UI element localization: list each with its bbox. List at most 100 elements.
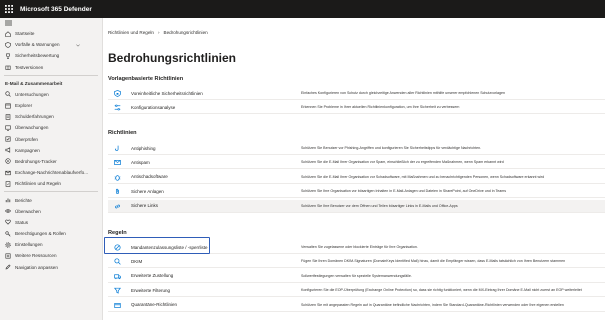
nav-item[interactable]: Überwachungen xyxy=(0,122,102,133)
policy-row[interactable]: DKIM Fügen Sie Ihren Domänen DKIM-Signatu… xyxy=(108,255,605,269)
policy-row[interactable]: Erweiterte Zustellung Sollwertfestlegunge… xyxy=(108,270,605,283)
nav-item-label: Schulderfahrungen xyxy=(15,114,54,120)
policy-icon xyxy=(5,181,11,187)
nav-item[interactable]: Sicherheitsbewertung xyxy=(0,50,102,61)
app-title[interactable]: Microsoft 365 Defender xyxy=(20,6,92,13)
focus-highlight-box xyxy=(104,237,210,254)
nav-item-label: Überwachen xyxy=(15,208,41,214)
nav-item[interactable]: Schulderfahrungen xyxy=(0,111,102,122)
nav-item[interactable]: Untersuchungen xyxy=(0,89,102,100)
policy-name[interactable]: DKIM xyxy=(131,259,142,264)
top-bar: Microsoft 365 Defender xyxy=(0,0,605,18)
policy-description: Schützen Sie Ihre Benutzer vor dem Öffne… xyxy=(301,203,458,208)
nav-item[interactable]: Navigation anpassen xyxy=(0,262,102,273)
nav-item-label: Status xyxy=(15,219,29,225)
policy-description: Einfaches Konfigurieren von Schutz durch… xyxy=(301,91,505,95)
nav-item[interactable]: Status xyxy=(0,217,102,228)
nav-item-label: Testversionen xyxy=(15,64,44,70)
policy-name[interactable]: Sichere Links xyxy=(131,203,158,208)
policy-name[interactable]: Antiphishing xyxy=(131,146,156,151)
policy-description: Schützen Sie Ihre Organisation vor bösar… xyxy=(301,189,507,194)
hamburger-menu-icon[interactable] xyxy=(0,18,102,28)
nav-item[interactable]: Weitere Ressourcen xyxy=(0,250,102,261)
policy-row[interactable]: Sichere Anlagen Schützen Sie Ihre Organis… xyxy=(108,185,605,199)
nav-item-label: Explorer xyxy=(15,103,33,109)
campaign-icon xyxy=(5,147,11,153)
main-content: Richtlinien und Regeln › Bedrohungsricht… xyxy=(104,18,605,320)
policy-description: Konfigurieren Sie die EOP-Überprüfung (E… xyxy=(301,288,582,293)
policy-row[interactable]: Voreinheitliche Sicherheitsrichtlinien Ei… xyxy=(108,87,605,100)
key-icon xyxy=(5,230,11,237)
policy-name[interactable]: Antispam xyxy=(131,160,150,165)
reports-icon xyxy=(5,197,11,203)
sliders-icon xyxy=(114,104,121,111)
fishhook-icon xyxy=(114,145,121,152)
bug-icon xyxy=(114,174,121,181)
nav-item-label: Überwachungen xyxy=(15,125,49,131)
nav-item[interactable]: Richtlinien und Regeln xyxy=(0,178,102,189)
nav-item[interactable]: Testversionen xyxy=(0,62,102,73)
mail-flow-icon xyxy=(5,170,11,176)
policy-name[interactable]: Konfigurationsanalyse xyxy=(131,105,175,110)
nav-item[interactable]: Überwachen xyxy=(0,206,102,217)
section-title: Richtlinien xyxy=(108,130,137,136)
home-icon xyxy=(5,30,11,37)
nav-item[interactable]: Kampagnen xyxy=(0,145,102,156)
policy-row[interactable]: Erweiterte Filterung Konfigurieren Sie di… xyxy=(108,284,605,298)
breadcrumb-chevron-icon: › xyxy=(157,30,160,35)
quarantine-icon xyxy=(114,302,121,309)
monitor-icon xyxy=(5,125,11,131)
nav-item-label: Navigation anpassen xyxy=(15,264,58,270)
nav-item[interactable]: Berichte xyxy=(0,194,102,205)
policy-name[interactable]: Erweiterte Zustellung xyxy=(131,273,173,278)
policy-name[interactable]: Voreinheitliche Sicherheitsrichtlinien xyxy=(131,91,203,96)
pencil-icon xyxy=(5,264,11,270)
nav-item[interactable]: Berechtigungen & Rollen xyxy=(0,228,102,239)
shield-lock-icon xyxy=(114,90,121,97)
nav-item[interactable]: Überprüfen xyxy=(0,134,102,145)
nav-divider xyxy=(4,191,98,193)
policy-row[interactable]: Konfigurationsanalyse Erkennen Sie Proble… xyxy=(108,101,605,115)
policy-description: Verwalten Sie zugelassene oder blockiert… xyxy=(301,245,418,249)
nav-item[interactable]: Einstellungen xyxy=(0,239,102,250)
policy-description: Fügen Sie Ihren Domänen DKIM-Signaturen … xyxy=(301,259,566,264)
policy-row[interactable]: Antischadsoftware Schützen Sie die E-Mail… xyxy=(108,171,605,184)
app-launcher-icon[interactable] xyxy=(0,0,18,18)
nav-item[interactable]: Exchange-Nachrichtenablaufverfo... xyxy=(0,167,102,178)
policy-name[interactable]: Quarantäne-Richtlinien xyxy=(131,302,177,307)
policy-name[interactable]: Sichere Anlagen xyxy=(131,189,164,194)
nav-divider xyxy=(4,74,98,76)
breadcrumb-root[interactable]: Richtlinien und Regeln xyxy=(108,30,154,35)
policy-row[interactable]: Sichere Links Schützen Sie Ihre Benutzer … xyxy=(108,199,605,213)
policy-row[interactable]: Antiphishing Schützen Sie Benutzer vor Ph… xyxy=(108,142,605,155)
alert-shield-icon xyxy=(5,41,11,48)
explorer-icon xyxy=(5,103,11,109)
policy-description: Schützen Sie die E-Mail Ihrer Organisati… xyxy=(301,160,504,165)
nav-item-label: Startseite xyxy=(15,31,35,37)
policy-description: Sollwertfestlegungen verwalten für spezi… xyxy=(301,273,412,278)
policy-row[interactable]: Quarantäne-Richtlinien Schützen Sie mit a… xyxy=(108,299,605,312)
nav-item-label: Untersuchungen xyxy=(15,91,49,97)
filter-icon xyxy=(114,287,121,294)
nav-item-label: Sicherheitsbewertung xyxy=(15,53,60,59)
dkim-search-icon xyxy=(114,258,121,266)
policy-name[interactable]: Erweiterte Filterung xyxy=(131,288,170,293)
review-icon xyxy=(5,114,11,120)
attachment-icon xyxy=(114,188,121,195)
nav-item[interactable]: Explorer xyxy=(0,100,102,111)
breadcrumb-current: Bedrohungsrichtlinien xyxy=(163,30,208,35)
nav-item[interactable]: Vorfälle & Warnungen xyxy=(0,39,102,50)
investigation-icon xyxy=(5,91,11,98)
section-title: Regeln xyxy=(108,230,127,236)
nav-item-label: Berichte xyxy=(15,197,32,203)
nav-item-label: Kampagnen xyxy=(15,147,40,153)
nav-item-label: Einstellungen xyxy=(15,242,43,248)
policy-description: Erkennen Sie Probleme in Ihrer aktuellen… xyxy=(301,105,460,110)
chevron-down-icon[interactable] xyxy=(76,43,80,48)
heart-icon xyxy=(5,219,11,226)
nav-item[interactable]: Bedrohungs-Tracker xyxy=(0,156,102,167)
nav-item[interactable]: Startseite xyxy=(0,28,102,39)
policy-row[interactable]: Antispam Schützen Sie die E-Mail Ihrer Or… xyxy=(108,156,605,170)
policy-name[interactable]: Antischadsoftware xyxy=(131,174,168,179)
breadcrumb: Richtlinien und Regeln › Bedrohungsricht… xyxy=(108,30,208,35)
